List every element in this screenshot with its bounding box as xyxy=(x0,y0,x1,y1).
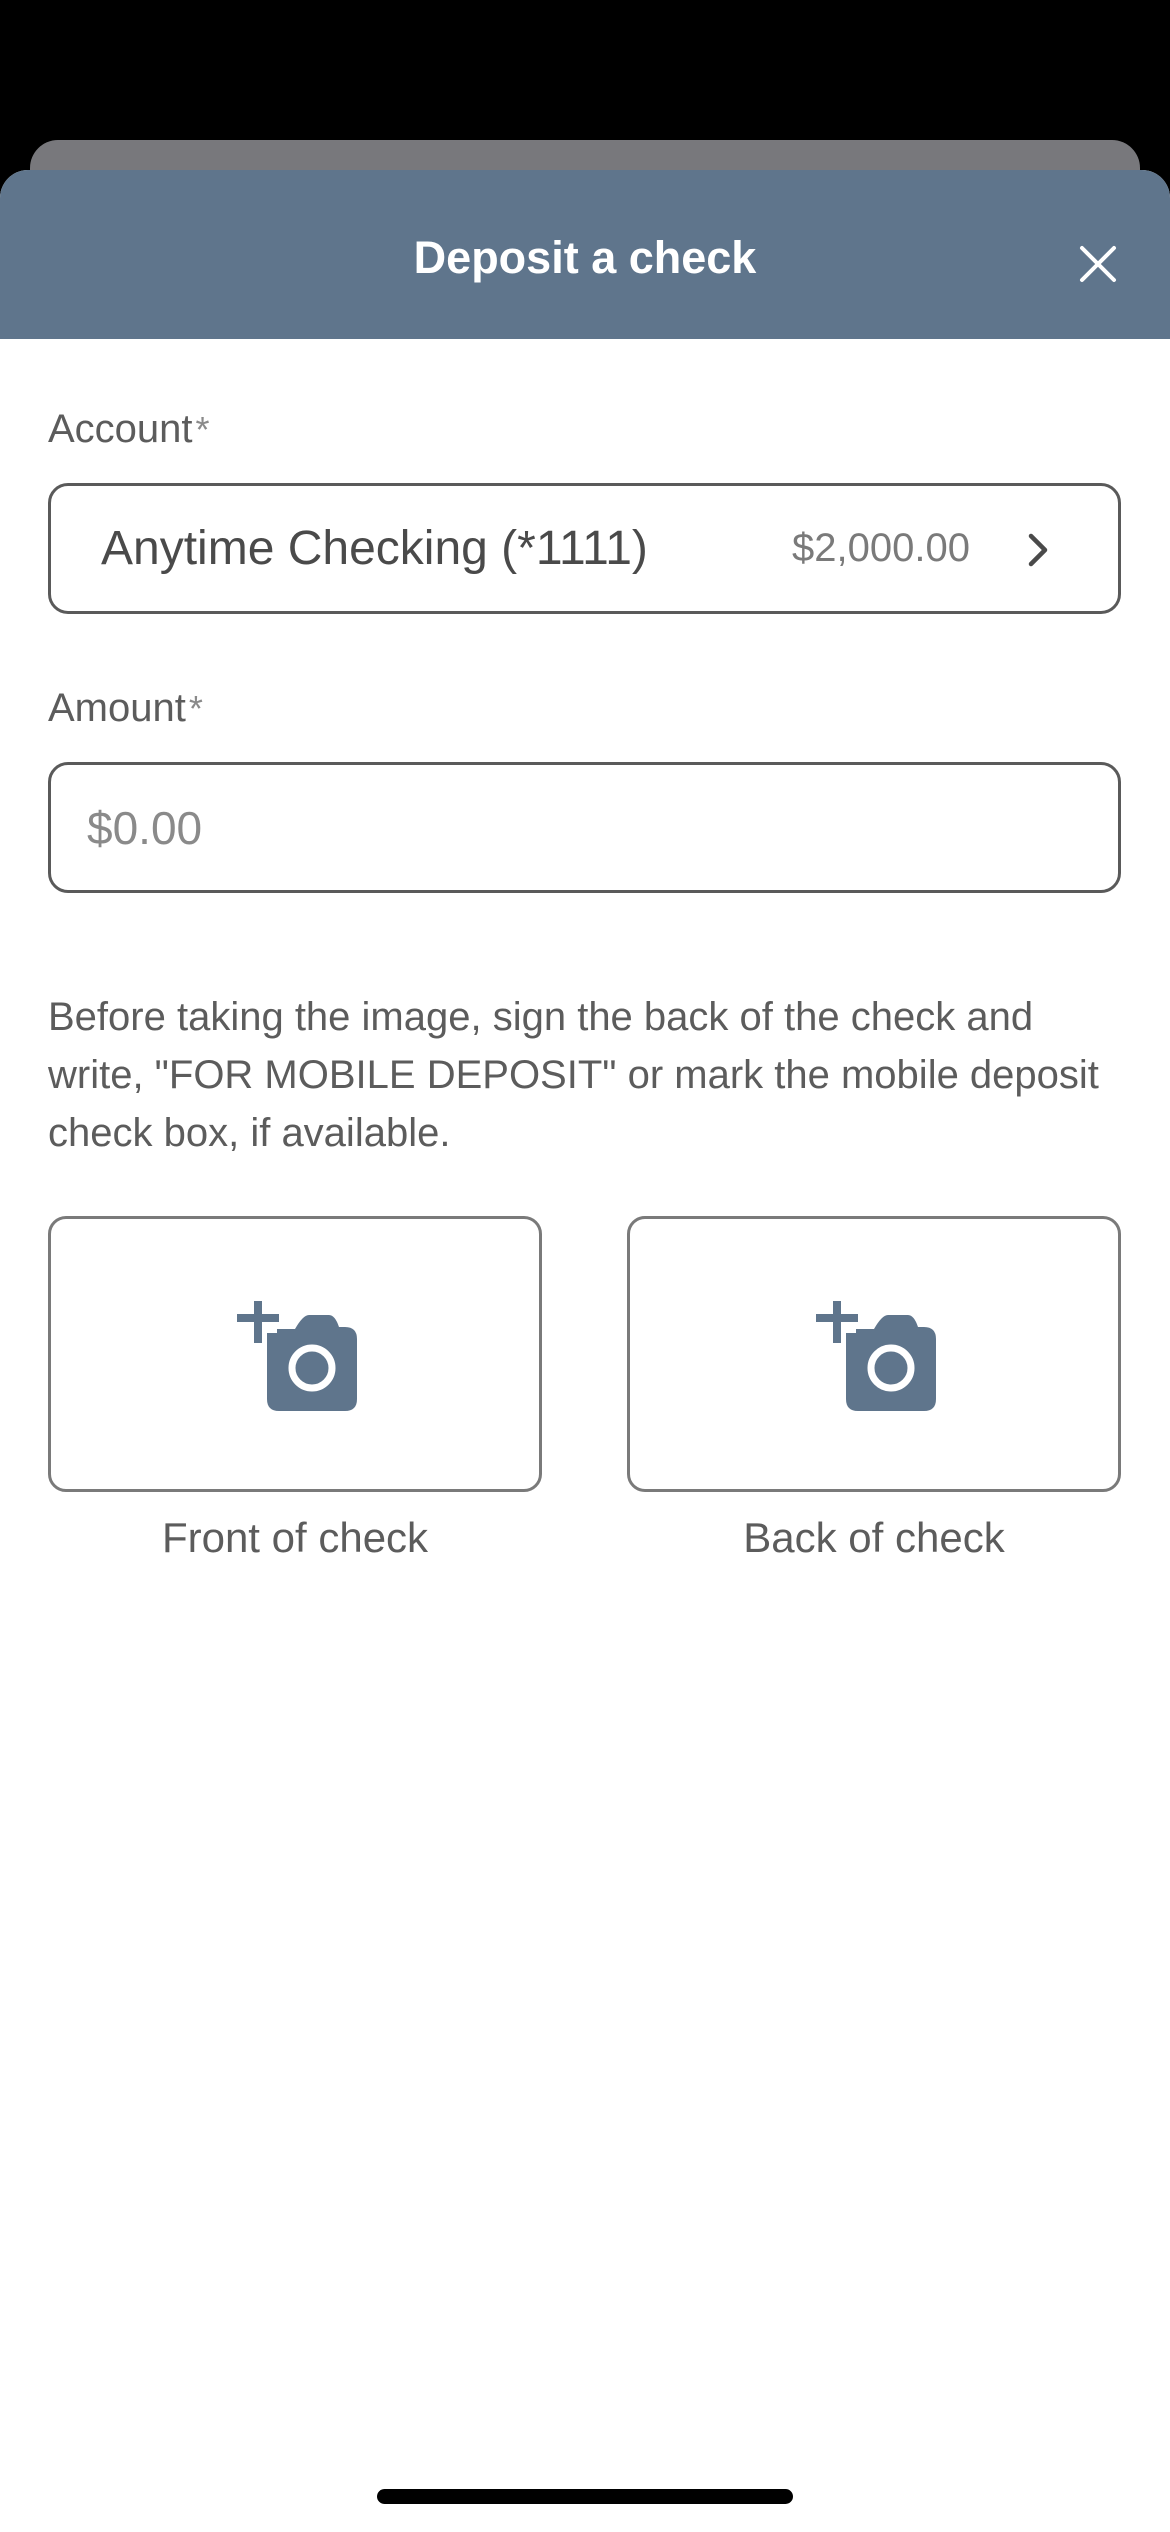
amount-label-text: Amount xyxy=(48,686,186,730)
front-of-check-capture[interactable] xyxy=(48,1216,542,1492)
add-photo-camera-icon xyxy=(816,1301,936,1411)
account-select[interactable]: Anytime Checking (*1111) $2,000.00 xyxy=(48,483,1121,614)
account-name: Anytime Checking (*1111) xyxy=(101,522,648,575)
add-photo-camera-icon xyxy=(237,1301,357,1411)
deposit-sheet: Deposit a check Account* Anytime Checkin… xyxy=(0,170,1170,2532)
amount-required-marker: * xyxy=(188,688,203,729)
back-of-check-capture[interactable] xyxy=(627,1216,1121,1492)
chevron-right-icon xyxy=(1028,533,1048,567)
deposit-instructions: Before taking the image, sign the back o… xyxy=(48,995,1099,1155)
sheet-title: Deposit a check xyxy=(413,232,757,283)
close-icon xyxy=(1080,246,1116,282)
home-indicator[interactable] xyxy=(377,2489,793,2504)
amount-label: Amount* xyxy=(48,683,203,734)
account-label: Account* xyxy=(48,404,210,455)
amount-input[interactable] xyxy=(48,762,1121,893)
account-balance: $2,000.00 xyxy=(792,526,970,570)
account-required-marker: * xyxy=(195,409,210,450)
account-label-text: Account xyxy=(48,407,193,451)
back-of-check-label: Back of check xyxy=(743,1514,1005,1561)
sheet-header: Deposit a check xyxy=(0,170,1170,339)
front-of-check-label: Front of check xyxy=(161,1514,429,1561)
close-button[interactable] xyxy=(1066,232,1130,296)
screen: Deposit a check Account* Anytime Checkin… xyxy=(0,0,1170,2532)
